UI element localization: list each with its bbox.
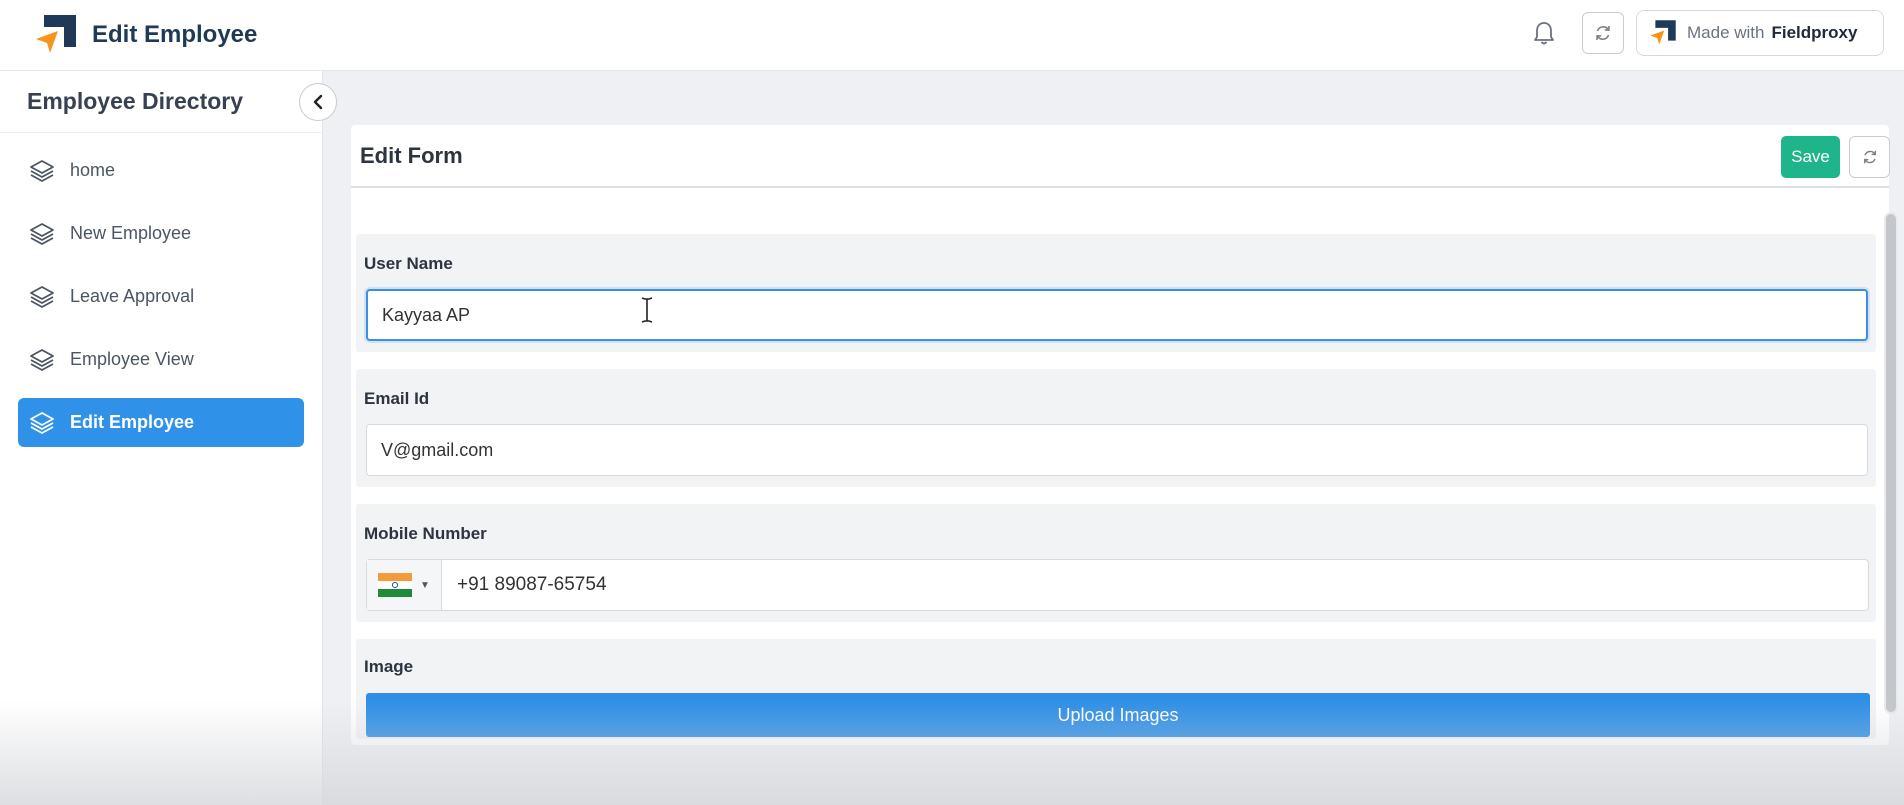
- text-cursor-icon: [641, 297, 653, 323]
- country-code-select[interactable]: ▼: [367, 560, 442, 610]
- layers-icon: [30, 159, 54, 182]
- sidebar-item-label: home: [70, 160, 116, 180]
- mobile-number-input[interactable]: [442, 561, 1868, 609]
- sidebar-item-home[interactable]: home: [18, 146, 304, 195]
- sidebar-item-label: Edit Employee: [70, 412, 195, 432]
- app-title: Edit Employee: [92, 21, 258, 48]
- refresh-button[interactable]: [1582, 12, 1624, 54]
- user-name-input[interactable]: [366, 289, 1868, 341]
- sidebar-header: Employee Directory: [0, 71, 322, 133]
- email-input[interactable]: [366, 424, 1868, 476]
- made-with-brand: Fieldproxy: [1771, 23, 1858, 42]
- form-scrollbar[interactable]: [1884, 212, 1898, 714]
- sidebar-item-label: Leave Approval: [70, 286, 195, 306]
- mobile-field-block: Mobile Number ▼: [356, 504, 1876, 622]
- brand: Edit Employee: [34, 13, 257, 57]
- made-with-fieldproxy-badge[interactable]: Made with Fieldproxy: [1636, 10, 1884, 56]
- india-flag-icon: [378, 573, 413, 597]
- layers-icon: [30, 411, 54, 434]
- top-bar: Edit Employee Made with Fieldproxy: [0, 0, 1904, 71]
- email-label: Email Id: [364, 389, 430, 408]
- save-button[interactable]: Save: [1781, 136, 1840, 178]
- fieldproxy-logo-icon: [1650, 20, 1676, 45]
- layers-icon: [30, 348, 54, 371]
- image-label: Image: [364, 657, 414, 676]
- mobile-label: Mobile Number: [364, 524, 487, 543]
- refresh-icon: [1863, 150, 1876, 164]
- sidebar-item-new-employee[interactable]: New Employee: [18, 209, 304, 258]
- image-field-block: Image Upload Images: [356, 639, 1876, 739]
- sidebar: Employee Directory home New Employee Lea…: [0, 71, 337, 805]
- app-logo-icon: [36, 15, 76, 53]
- sidebar-title: Employee Directory: [27, 88, 244, 114]
- upload-images-button[interactable]: Upload Images: [366, 693, 1870, 737]
- sidebar-nav: home New Employee Leave Approval Employe…: [0, 133, 322, 447]
- form-title: Edit Form: [360, 142, 463, 168]
- layers-icon: [30, 285, 54, 308]
- made-with-text: Made with: [1687, 23, 1765, 42]
- scrollbar-thumb[interactable]: [1886, 214, 1896, 712]
- card-header: Edit Form Save: [351, 125, 1890, 188]
- email-field-block: Email Id: [356, 369, 1876, 487]
- collapse-sidebar-button[interactable]: [299, 83, 337, 121]
- user-name-field-block: User Name: [356, 234, 1876, 352]
- chevron-down-icon: ▼: [420, 579, 430, 591]
- mobile-field: ▼: [366, 559, 1869, 611]
- bell-icon[interactable]: [1524, 13, 1564, 53]
- form-refresh-button[interactable]: [1849, 136, 1890, 178]
- layers-icon: [30, 222, 54, 245]
- chevron-left-icon: [313, 94, 323, 110]
- sidebar-item-label: Employee View: [70, 349, 194, 369]
- sidebar-item-label: New Employee: [70, 223, 192, 243]
- sidebar-item-edit-employee[interactable]: Edit Employee: [18, 398, 304, 447]
- refresh-icon: [1596, 25, 1610, 41]
- sidebar-item-leave-approval[interactable]: Leave Approval: [18, 272, 304, 321]
- sidebar-item-employee-view[interactable]: Employee View: [18, 335, 304, 384]
- user-name-label: User Name: [364, 254, 453, 273]
